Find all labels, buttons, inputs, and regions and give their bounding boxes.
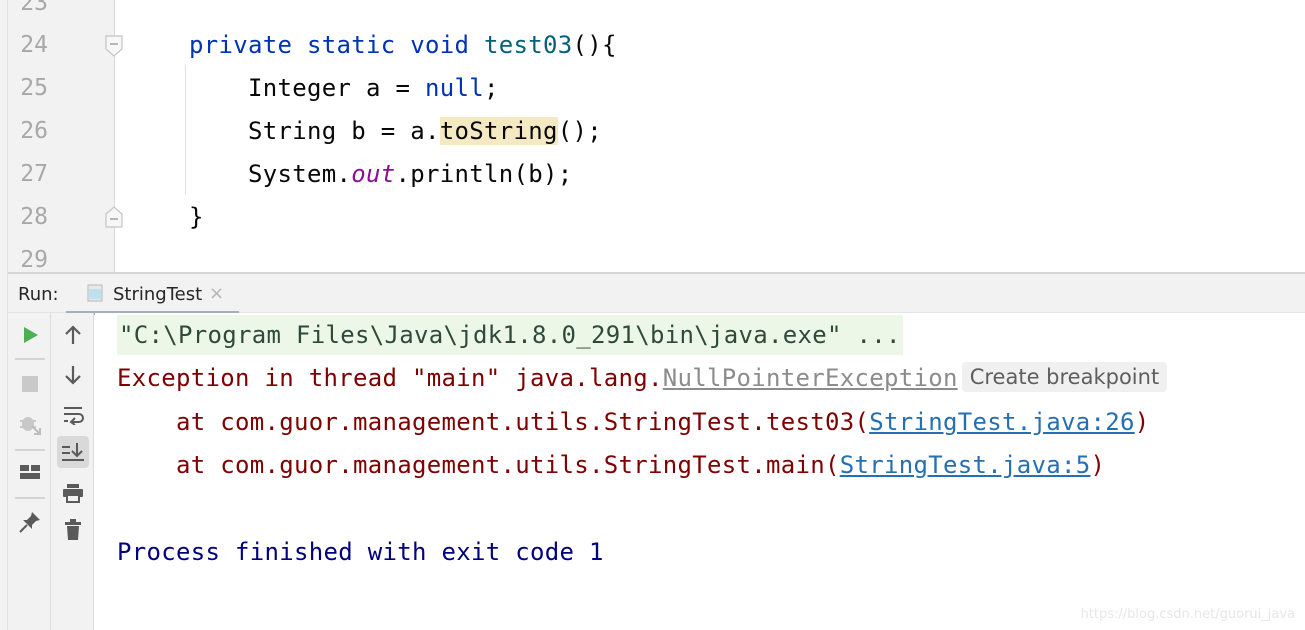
code-text: System. [189, 160, 352, 188]
keyword: void [410, 31, 470, 59]
exception-line: Exception in thread "main" java.lang.Nul… [117, 357, 1168, 400]
toolbar-separator [15, 497, 45, 499]
fold-end-icon[interactable] [105, 206, 123, 228]
stop-icon [22, 376, 38, 392]
close-icon[interactable]: × [209, 283, 224, 304]
layout-button[interactable] [14, 456, 46, 488]
create-breakpoint-button[interactable]: Create breakpoint [961, 362, 1168, 392]
run-toolbar-primary [8, 313, 51, 630]
line-number: 24 [20, 32, 48, 58]
line-number: 23 [20, 0, 48, 16]
toolbar-separator [15, 358, 45, 360]
up-stack-button[interactable] [57, 319, 89, 351]
stack-trace-line: at com.guor.management.utils.StringTest.… [117, 444, 1105, 487]
stack-frame-text: at com.guor.management.utils.StringTest.… [117, 451, 840, 479]
line-number: 27 [20, 161, 48, 187]
code-text: ; [484, 74, 499, 102]
console-tab-icon [87, 284, 103, 302]
code-line-27: System.out.println(b); [189, 153, 573, 196]
rerun-icon [24, 327, 38, 343]
soft-wrap-icon [64, 407, 84, 425]
run-toolbar-secondary [51, 313, 94, 630]
run-tool-window-header: Run: StringTest × [8, 272, 1305, 315]
code-line-25: Integer a = null; [189, 67, 499, 110]
line-number: 29 [20, 247, 48, 272]
trash-icon [65, 519, 81, 540]
code-line-24: private static void test03(){ [189, 24, 617, 67]
static-field: out [351, 160, 396, 188]
method-name: test03 [484, 31, 573, 59]
code-text: .println(b); [395, 160, 573, 188]
code-text: (); [557, 117, 602, 145]
code-text: } [189, 203, 204, 231]
code-editor[interactable]: 23 24 25 26 27 28 29 private static void… [0, 0, 1305, 272]
process-finished-message: Process finished with exit code 1 [117, 538, 604, 566]
pin-tab-button[interactable] [14, 506, 46, 538]
debug-disabled-icon [20, 417, 41, 435]
clear-all-button[interactable] [57, 514, 89, 546]
line-number: 28 [20, 204, 48, 230]
stack-trace-line: at com.guor.management.utils.StringTest.… [117, 401, 1149, 444]
run-tab-stringtest[interactable]: StringTest × [66, 274, 239, 315]
down-stack-button[interactable] [57, 359, 89, 391]
command-line[interactable]: "C:\Program Files\Java\jdk1.8.0_291\bin\… [117, 315, 903, 355]
up-arrow-icon [65, 325, 81, 344]
pin-icon [19, 512, 40, 533]
code-text: (){ [572, 31, 617, 59]
debug-button[interactable] [14, 408, 46, 440]
exception-class-link[interactable]: NullPointerException [663, 364, 958, 392]
stack-frame-text: at com.guor.management.utils.StringTest.… [117, 408, 870, 436]
source-link[interactable]: StringTest.java:5 [840, 451, 1091, 479]
keyword: static [307, 31, 396, 59]
run-tab-label: StringTest [113, 284, 203, 305]
rerun-button[interactable] [14, 319, 46, 351]
stop-button[interactable] [14, 368, 46, 400]
scroll-to-end-icon [62, 443, 84, 461]
window-left-edge [0, 0, 8, 630]
scroll-to-end-toggle[interactable] [57, 436, 89, 468]
run-label: Run: [18, 284, 59, 305]
stack-frame-text: ) [1090, 451, 1106, 479]
line-number: 25 [20, 75, 48, 101]
indent-guide [185, 65, 186, 195]
print-button[interactable] [57, 477, 89, 509]
source-link[interactable]: StringTest.java:26 [869, 408, 1135, 436]
toolbar-separator [15, 449, 45, 451]
stack-frame-text: ) [1134, 408, 1150, 436]
highlighted-method: toString [439, 117, 558, 145]
soft-wrap-button[interactable] [57, 399, 89, 431]
exception-prefix: Exception in thread "main" java.lang. [117, 364, 663, 392]
watermark: https://blog.csdn.net/guorui_java [1080, 607, 1295, 622]
fold-collapse-icon[interactable] [105, 35, 123, 57]
layout-icon [20, 465, 40, 479]
console-output[interactable]: "C:\Program Files\Java\jdk1.8.0_291\bin\… [95, 313, 1305, 630]
code-line-26: String b = a.toString(); [189, 110, 602, 153]
code-text: Integer a = [189, 74, 425, 102]
print-icon [63, 484, 83, 503]
keyword: private [189, 31, 293, 59]
code-line-28: } [189, 196, 204, 239]
keyword: null [425, 74, 484, 102]
line-number: 26 [20, 118, 48, 144]
code-text: String b = a. [189, 117, 440, 145]
down-arrow-icon [65, 366, 81, 385]
